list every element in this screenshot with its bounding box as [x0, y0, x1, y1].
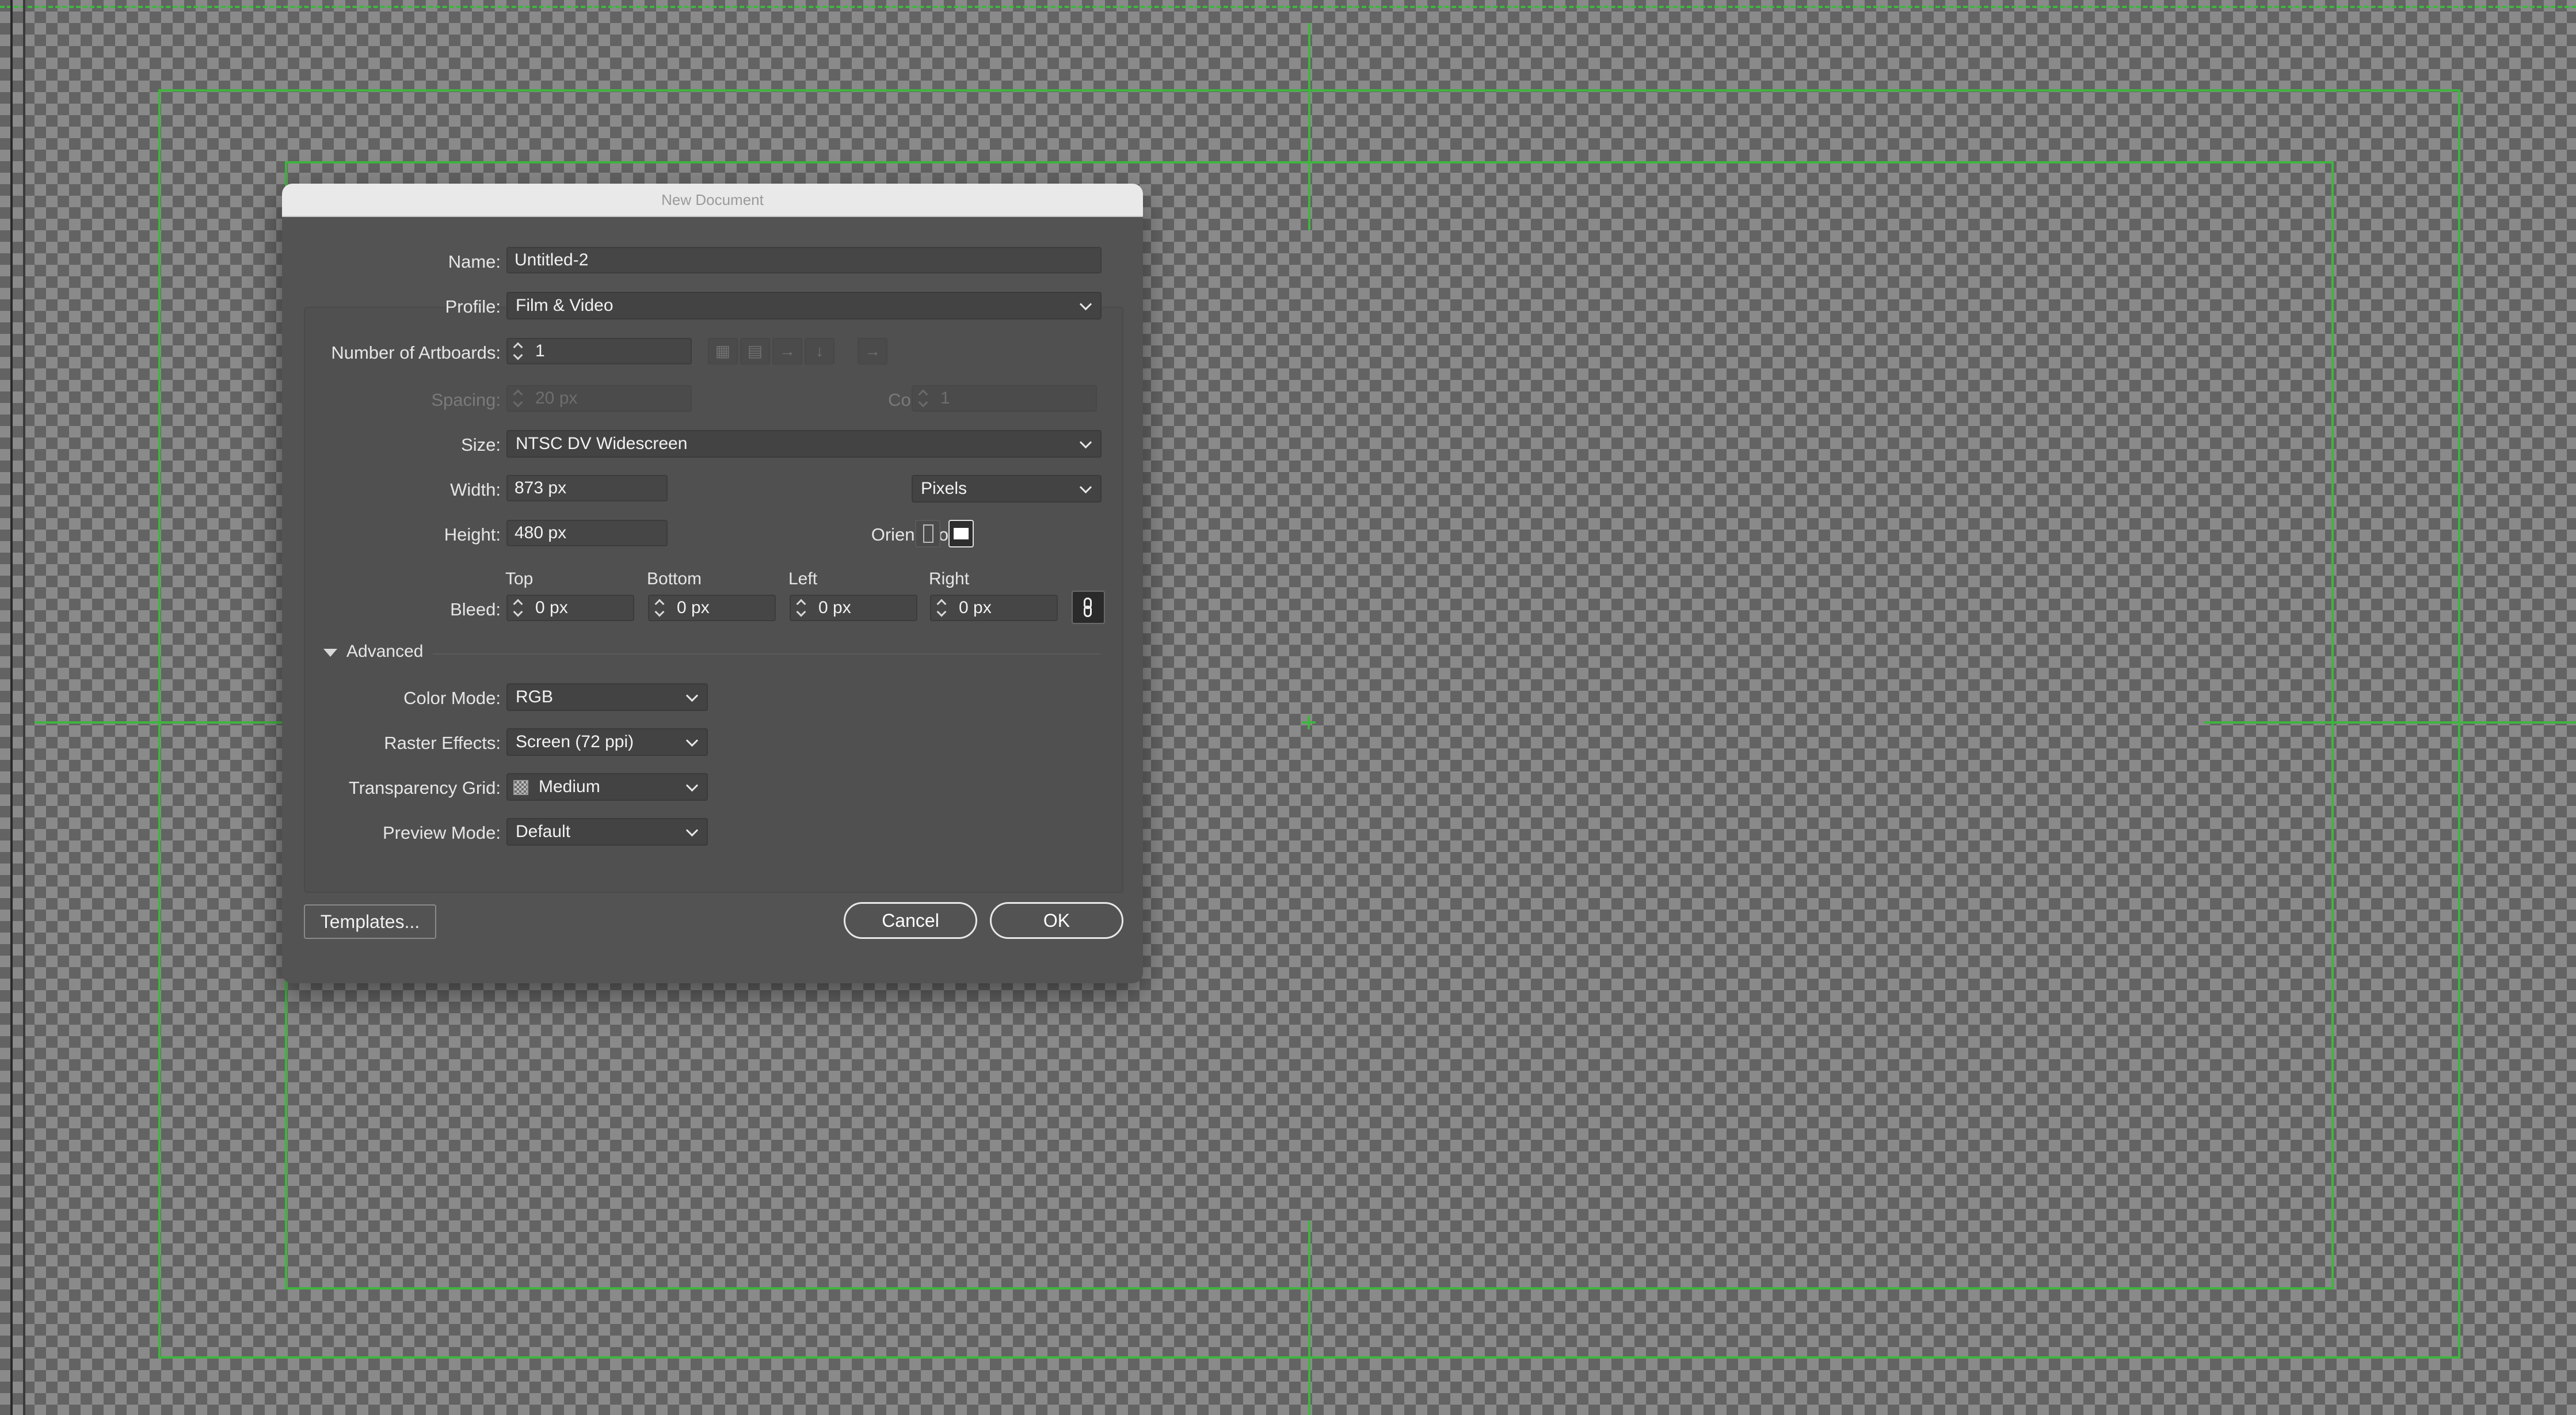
ok-button[interactable]: OK [990, 902, 1123, 939]
size-select[interactable]: NTSC DV Widescreen [506, 430, 1102, 458]
artboards-field[interactable]: 1 [506, 338, 692, 364]
top-guide [0, 0, 2576, 8]
color-mode-select[interactable]: RGB [506, 683, 708, 711]
bleed-left-value: 0 px [818, 598, 851, 617]
bleed-bottom-label: Bottom [647, 569, 702, 588]
columns-value: 1 [940, 389, 950, 408]
link-bleed-icon[interactable] [1072, 591, 1105, 624]
raster-effects-value: Screen (72 ppi) [516, 732, 634, 751]
left-ruler [0, 0, 13, 1415]
center-guide-horizontal-left [35, 721, 282, 724]
bleed-left-label: Left [788, 569, 818, 588]
color-mode-label: Color Mode: [403, 688, 501, 708]
bleed-bottom-value: 0 px [677, 598, 710, 617]
change-to-rtl-icon[interactable]: → [858, 338, 887, 364]
landscape-orientation-icon[interactable] [948, 520, 974, 547]
transparency-grid-value: Medium [539, 777, 600, 796]
profile-value: Film & Video [516, 296, 613, 315]
chevron-down-icon [685, 824, 699, 837]
center-guide-vertical-bottom [1308, 1220, 1310, 1415]
bleed-left-stepper-icon[interactable] [792, 595, 810, 621]
spacing-field[interactable]: 20 px [506, 385, 692, 412]
artboards-label: Number of Artboards: [331, 343, 501, 363]
spacing-label: Spacing: [431, 390, 501, 410]
transparency-grid-label: Transparency Grid: [348, 778, 501, 798]
bleed-right-value: 0 px [959, 598, 992, 617]
chevron-down-icon [1079, 436, 1092, 449]
raster-effects-label: Raster Effects: [384, 733, 501, 753]
size-label: Size: [461, 435, 501, 455]
height-field[interactable]: 480 px [506, 520, 668, 546]
profile-label: Profile: [445, 296, 501, 317]
bleed-bottom-stepper-icon[interactable] [651, 595, 668, 621]
height-label: Height: [444, 524, 501, 545]
width-field[interactable]: 873 px [506, 475, 668, 501]
cancel-button[interactable]: Cancel [844, 902, 977, 939]
arrange-by-column-icon[interactable]: ↓ [805, 338, 834, 364]
center-crosshair-icon [1302, 716, 1316, 729]
advanced-divider [433, 653, 1100, 655]
portrait-orientation-icon[interactable] [915, 520, 940, 547]
grid-by-column-icon[interactable]: ▤ [740, 338, 770, 364]
artboards-value: 1 [535, 341, 545, 360]
bleed-label: Bleed: [450, 599, 501, 619]
disclosure-triangle-icon[interactable] [323, 649, 337, 657]
chevron-down-icon [685, 734, 699, 747]
columns-field[interactable]: 1 [912, 385, 1097, 412]
columns-stepper-icon[interactable] [914, 385, 932, 412]
arrange-by-row-icon[interactable]: → [772, 338, 802, 364]
bleed-top-label: Top [505, 569, 534, 588]
name-field[interactable]: Untitled-2 [506, 247, 1102, 273]
chevron-down-icon [1079, 481, 1092, 494]
width-label: Width: [450, 480, 501, 500]
bleed-right-label: Right [929, 569, 970, 588]
artboards-stepper-icon[interactable] [509, 338, 527, 364]
left-guide [23, 0, 25, 1415]
name-label: Name: [448, 252, 501, 272]
size-value: NTSC DV Widescreen [516, 434, 688, 453]
units-select[interactable]: Pixels [912, 475, 1102, 503]
preview-mode-select[interactable]: Default [506, 818, 708, 846]
checkerboard-swatch-icon [513, 780, 528, 795]
chevron-down-icon [685, 689, 699, 702]
new-document-dialog: New Document Name: Untitled-2 Profile: F… [282, 184, 1143, 983]
center-guide-horizontal-right [2204, 721, 2576, 724]
units-value: Pixels [921, 479, 967, 498]
preview-mode-label: Preview Mode: [382, 823, 501, 843]
bleed-right-stepper-icon[interactable] [933, 595, 950, 621]
chevron-down-icon [685, 779, 699, 792]
spacing-stepper-icon[interactable] [509, 385, 527, 412]
grid-by-row-icon[interactable]: ▦ [708, 338, 738, 364]
center-guide-vertical-top [1308, 23, 1310, 230]
dialog-title: New Document [282, 184, 1143, 217]
color-mode-value: RGB [516, 687, 554, 706]
bleed-top-value: 0 px [535, 598, 568, 617]
advanced-toggle[interactable]: Advanced [346, 642, 423, 661]
bleed-top-stepper-icon[interactable] [509, 595, 527, 621]
preview-mode-value: Default [516, 822, 571, 841]
templates-button[interactable]: Templates... [304, 904, 436, 939]
spacing-value: 20 px [535, 389, 578, 408]
transparency-grid-select[interactable]: Medium [506, 773, 708, 801]
profile-select[interactable]: Film & Video [506, 292, 1102, 319]
raster-effects-select[interactable]: Screen (72 ppi) [506, 728, 708, 756]
chevron-down-icon [1079, 298, 1092, 311]
